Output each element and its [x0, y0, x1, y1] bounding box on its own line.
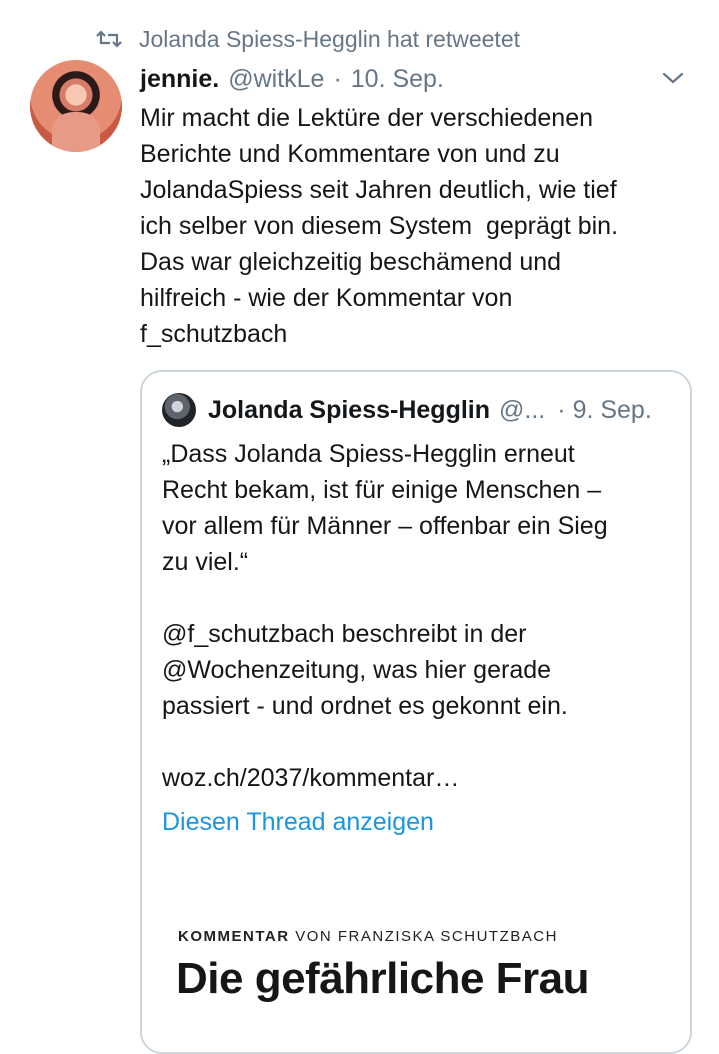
article-preview-image[interactable]: KOMMENTAR VON FRANZISKA SCHUTZBACH Die g… — [142, 912, 690, 1052]
tweet-header: jennie. @witkLe · 10. Sep. — [140, 62, 689, 96]
show-thread-link[interactable]: Diesen Thread anzeigen — [162, 808, 434, 837]
quote-header: Jolanda Spiess-Hegglin @... · 9. Sep. — [162, 392, 672, 428]
chevron-down-icon[interactable] — [661, 66, 685, 90]
article-kicker-bold: KOMMENTAR — [178, 928, 290, 945]
author-handle[interactable]: @witkLe — [228, 65, 324, 94]
retweet-label: Jolanda Spiess-Hegglin hat retweetet — [139, 25, 521, 52]
avatar[interactable] — [30, 60, 122, 152]
retweet-icon — [96, 30, 122, 48]
quote-separator: · — [557, 395, 566, 424]
author-name[interactable]: jennie. — [140, 65, 219, 94]
quote-author-name: Jolanda Spiess-Hegglin — [208, 395, 491, 424]
header-separator: · — [333, 64, 342, 93]
quote-text: „Dass Jolanda Spiess-Hegglin erneut Rech… — [162, 440, 608, 792]
article-kicker-byline: VON FRANZISKA SCHUTZBACH — [289, 928, 558, 945]
article-kicker: KOMMENTAR VON FRANZISKA SCHUTZBACH — [178, 928, 558, 945]
quote-avatar — [162, 393, 196, 427]
article-lede-cropped — [178, 1017, 658, 1027]
tweet-date[interactable]: 10. Sep. — [351, 65, 444, 94]
article-headline: Die gefährliche Frau — [176, 954, 590, 1003]
tweet-text: Mir macht die Lektüre der verschiedenen … — [140, 104, 619, 348]
quote-author-handle: @... — [499, 395, 546, 424]
quote-date: 9. Sep. — [572, 395, 652, 424]
quoted-tweet[interactable]: Jolanda Spiess-Hegglin @... · 9. Sep. „D… — [140, 370, 692, 1054]
retweet-context[interactable]: Jolanda Spiess-Hegglin hat retweetet — [96, 24, 520, 54]
